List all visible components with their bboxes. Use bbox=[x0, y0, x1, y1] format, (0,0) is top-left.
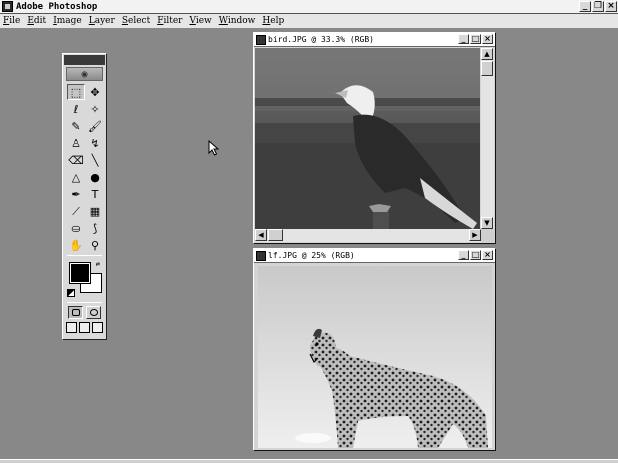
gradient-tool-icon[interactable]: ▦ bbox=[86, 203, 104, 219]
line-tool-icon[interactable]: ╲ bbox=[86, 152, 104, 168]
scroll-up-button[interactable]: ▲ bbox=[481, 48, 493, 60]
edit-mode-buttons bbox=[63, 306, 106, 319]
menu-select[interactable]: Select bbox=[122, 16, 154, 26]
document-controls: _ □ × bbox=[458, 34, 493, 44]
toolbox-divider bbox=[67, 255, 102, 256]
close-button[interactable]: × bbox=[605, 1, 617, 12]
cheetah-photo bbox=[258, 266, 492, 448]
color-swatches: ⇄ bbox=[67, 260, 102, 300]
toolbox-divider bbox=[67, 302, 102, 303]
pen-tool-icon[interactable]: ✒ bbox=[67, 186, 85, 202]
eraser-tool-icon[interactable]: ⌫ bbox=[67, 152, 85, 168]
rubber-stamp-tool-icon[interactable]: ♙ bbox=[67, 135, 85, 151]
window-controls: _ ❐ × bbox=[579, 1, 617, 12]
document-title: lf.JPG @ 25% (RGB) bbox=[268, 251, 355, 260]
type-tool-icon[interactable]: T bbox=[86, 186, 104, 202]
restore-button[interactable]: ❐ bbox=[592, 1, 604, 12]
standard-mode-button[interactable] bbox=[68, 306, 83, 319]
document-title: bird.JPG @ 33.3% (RGB) bbox=[268, 35, 374, 44]
eyedropper-tool-icon[interactable]: ⟆ bbox=[86, 220, 104, 236]
move-tool-icon[interactable]: ✥ bbox=[86, 84, 104, 100]
scroll-down-button[interactable]: ▼ bbox=[481, 217, 493, 229]
menu-edit[interactable]: Edit bbox=[27, 16, 50, 26]
mouse-cursor-icon bbox=[208, 140, 220, 156]
paint-bucket-tool-icon[interactable]: ⛀ bbox=[67, 220, 85, 236]
burn-tool-icon[interactable]: ● bbox=[86, 169, 104, 185]
bird-image-canvas[interactable] bbox=[255, 48, 480, 229]
magic-wand-tool-icon[interactable]: ✧ bbox=[86, 101, 104, 117]
swap-colors-icon[interactable]: ⇄ bbox=[96, 260, 100, 268]
menu-view[interactable]: View bbox=[189, 16, 215, 26]
document-minimize-button[interactable]: _ bbox=[458, 250, 469, 260]
document-icon bbox=[256, 34, 266, 45]
photoshop-app-icon[interactable] bbox=[2, 1, 13, 12]
document-controls: _ □ × bbox=[458, 250, 493, 260]
measure-tool-icon[interactable]: ⟋ bbox=[67, 203, 85, 219]
horizontal-scrollbar[interactable]: ◀ ▶ bbox=[255, 229, 481, 242]
menu-filter[interactable]: Filter bbox=[157, 16, 186, 26]
app-title-bar[interactable]: Adobe Photoshop _ ❐ × bbox=[0, 0, 618, 14]
minimize-button[interactable]: _ bbox=[579, 1, 591, 12]
document-minimize-button[interactable]: _ bbox=[458, 34, 469, 44]
zoom-tool-icon[interactable]: ⚲ bbox=[86, 237, 104, 253]
toolbox-palette: ◉ ⬚ ✥ ℓ ✧ ✎ 🖌 ♙ ↯ ⌫ ╲ △ ● ✒ T ⟋ ▦ ⛀ ⟆ ✋ ⚲ ⇄ bbox=[62, 53, 107, 340]
blur-tool-icon[interactable]: △ bbox=[67, 169, 85, 185]
app-title: Adobe Photoshop bbox=[16, 1, 98, 12]
screen-mode-buttons bbox=[63, 322, 106, 333]
lasso-tool-icon[interactable]: ℓ bbox=[67, 101, 85, 117]
document-close-button[interactable]: × bbox=[482, 34, 493, 44]
history-brush-tool-icon[interactable]: ↯ bbox=[86, 135, 104, 151]
toolbox-drag-handle[interactable] bbox=[64, 55, 105, 65]
full-screen-menubar-button[interactable] bbox=[79, 322, 90, 333]
scroll-left-button[interactable]: ◀ bbox=[255, 229, 267, 241]
document-window-bird[interactable]: bird.JPG @ 33.3% (RGB) _ □ × ▲ ▼ ◀ ▶ bbox=[253, 32, 496, 244]
menu-image[interactable]: Image bbox=[53, 16, 86, 26]
full-screen-mode-button[interactable] bbox=[92, 322, 103, 333]
vertical-scroll-thumb[interactable] bbox=[481, 61, 493, 76]
document-maximize-button[interactable]: □ bbox=[470, 34, 481, 44]
quick-mask-mode-button[interactable] bbox=[86, 306, 101, 319]
scroll-right-button[interactable]: ▶ bbox=[469, 229, 481, 241]
adobe-eye-logo-icon[interactable]: ◉ bbox=[66, 67, 103, 81]
document-icon bbox=[256, 250, 266, 261]
document-window-cheetah[interactable]: lf.JPG @ 25% (RGB) _ □ × bbox=[253, 248, 496, 451]
cheetah-image-canvas[interactable] bbox=[258, 266, 492, 448]
menu-help[interactable]: Help bbox=[262, 16, 288, 26]
horizontal-scroll-thumb[interactable] bbox=[268, 229, 283, 241]
status-bar bbox=[0, 459, 618, 463]
resize-grip-icon[interactable] bbox=[481, 229, 494, 242]
menu-layer[interactable]: Layer bbox=[89, 16, 119, 26]
menu-window[interactable]: Window bbox=[219, 16, 260, 26]
menu-file[interactable]: File bbox=[3, 16, 24, 26]
document-maximize-button[interactable]: □ bbox=[470, 250, 481, 260]
menu-bar: File Edit Image Layer Select Filter View… bbox=[0, 14, 618, 29]
document-close-button[interactable]: × bbox=[482, 250, 493, 260]
standard-mode-icon bbox=[71, 309, 80, 316]
tool-grid: ⬚ ✥ ℓ ✧ ✎ 🖌 ♙ ↯ ⌫ ╲ △ ● ✒ T ⟋ ▦ ⛀ ⟆ ✋ ⚲ bbox=[67, 84, 102, 253]
marquee-tool-icon[interactable]: ⬚ bbox=[67, 84, 85, 100]
standard-screen-mode-button[interactable] bbox=[66, 322, 77, 333]
hand-tool-icon[interactable]: ✋ bbox=[67, 237, 85, 253]
quick-mask-icon bbox=[89, 309, 98, 316]
document-title-bar[interactable]: bird.JPG @ 33.3% (RGB) _ □ × bbox=[254, 33, 495, 47]
airbrush-tool-icon[interactable]: ✎ bbox=[67, 118, 85, 134]
default-colors-icon[interactable] bbox=[67, 289, 75, 297]
paintbrush-tool-icon[interactable]: 🖌 bbox=[86, 118, 104, 134]
foreground-color-swatch[interactable] bbox=[69, 262, 91, 284]
vertical-scrollbar[interactable]: ▲ ▼ bbox=[481, 48, 494, 229]
document-title-bar[interactable]: lf.JPG @ 25% (RGB) _ □ × bbox=[254, 249, 495, 263]
eagle-photo bbox=[255, 48, 480, 229]
